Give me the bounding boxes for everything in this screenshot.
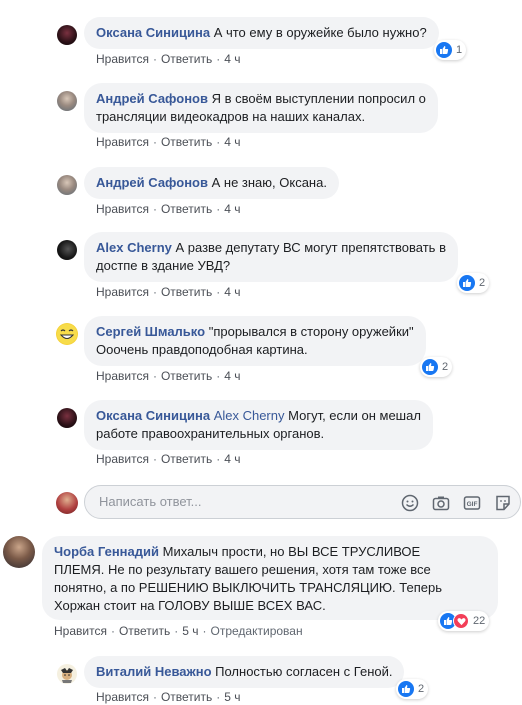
comment-author[interactable]: Чорба Геннадий: [54, 544, 159, 559]
camera-icon[interactable]: [432, 494, 450, 512]
love-icon: [453, 613, 469, 629]
comment-text: А что ему в оружейке было нужно?: [213, 25, 427, 40]
comment-text: Ооочень правдоподобная картина.: [96, 342, 308, 357]
avatar[interactable]: [56, 323, 78, 345]
comment-bubble: Андрей Сафонов А не знаю, Оксана.: [84, 167, 339, 199]
comment-text: достпе в здание УВД?: [96, 258, 231, 273]
avatar[interactable]: [57, 664, 77, 684]
comment-bubble: Alex Cherny А разве депутату ВС могут пр…: [84, 232, 458, 282]
comment-author[interactable]: Андрей Сафонов: [96, 175, 208, 190]
comment-author[interactable]: Андрей Сафонов: [96, 91, 208, 106]
reply-link[interactable]: Ответить: [161, 135, 212, 149]
comment-actions: Нравится · Ответить · 4 ч: [96, 135, 241, 149]
timestamp[interactable]: 4 ч: [224, 285, 240, 299]
reply-link[interactable]: Ответить: [119, 624, 170, 638]
comment-actions: Нравится · Ответить · 5 ч: [96, 690, 241, 704]
mention-link[interactable]: Alex Cherny: [214, 408, 285, 423]
comment-bubble: Виталий Неважно Полностью согласен с Ген…: [84, 656, 405, 688]
avatar[interactable]: [3, 536, 35, 568]
comment-actions: Нравится · Ответить · 4 ч: [96, 285, 241, 299]
comment-text: трансляции видеокадров на наших каналах.: [96, 109, 366, 124]
comment-text: Могут, если он мешал: [288, 408, 421, 423]
comment-actions: Нравится · Ответить · 4 ч: [96, 369, 241, 383]
timestamp[interactable]: 4 ч: [224, 52, 240, 66]
gif-icon[interactable]: GIF: [463, 494, 481, 512]
like-icon: [459, 275, 475, 291]
like-link[interactable]: Нравится: [96, 285, 149, 299]
reaction-number: 1: [456, 44, 463, 56]
reaction-number: 22: [473, 615, 486, 627]
comment-text: Полностью согласен с Геной.: [215, 664, 393, 679]
comment-bubble: Оксана Синицина А что ему в оружейке был…: [84, 17, 439, 49]
avatar[interactable]: [57, 91, 77, 111]
reaction-count[interactable]: 22: [438, 611, 490, 631]
sticker-icon[interactable]: [494, 494, 512, 512]
timestamp[interactable]: 4 ч: [224, 135, 240, 149]
reply-link[interactable]: Ответить: [161, 52, 212, 66]
reply-input-container[interactable]: GIF: [84, 485, 521, 519]
comment-author[interactable]: Виталий Неважно: [96, 664, 212, 679]
timestamp[interactable]: 4 ч: [224, 369, 240, 383]
edited-label[interactable]: Отредактирован: [211, 624, 303, 638]
comment-author[interactable]: Сергей Шмалько: [96, 324, 205, 339]
comment-bubble: Андрей Сафонов Я в своём выступлении поп…: [84, 83, 438, 133]
reply-link[interactable]: Ответить: [161, 285, 212, 299]
comment-actions: Нравится · Ответить · 5 ч · Отредактирован: [54, 624, 303, 638]
comment-text: А не знаю, Оксана.: [211, 175, 327, 190]
avatar[interactable]: [57, 175, 77, 195]
like-link[interactable]: Нравится: [96, 52, 149, 66]
comment-author[interactable]: Alex Cherny: [96, 240, 172, 255]
svg-text:GIF: GIF: [467, 501, 478, 508]
timestamp[interactable]: 5 ч: [182, 624, 198, 638]
avatar[interactable]: [57, 240, 77, 260]
comment-text: понятно, а по РЕШЕНИЮ ВЫКЛЮЧИТЬ ТРАНСЛЯЦ…: [54, 580, 442, 595]
reaction-count[interactable]: 1: [434, 40, 467, 60]
like-link[interactable]: Нравится: [96, 135, 149, 149]
reply-link[interactable]: Ответить: [161, 690, 212, 704]
like-icon: [436, 42, 452, 58]
reply-link[interactable]: Ответить: [161, 202, 212, 216]
current-user-avatar: [56, 492, 78, 514]
like-link[interactable]: Нравится: [54, 624, 107, 638]
like-link[interactable]: Нравится: [96, 690, 149, 704]
reaction-count[interactable]: 2: [396, 679, 429, 699]
comment-author[interactable]: Оксана Синицина: [96, 25, 210, 40]
character-icon: [61, 668, 73, 683]
like-link[interactable]: Нравится: [96, 369, 149, 383]
reaction-number: 2: [442, 361, 449, 373]
like-link[interactable]: Нравится: [96, 452, 149, 466]
timestamp[interactable]: 5 ч: [224, 690, 240, 704]
comment-text: ПЛЕМЯ. Не по результату вашего решения, …: [54, 562, 431, 577]
reaction-number: 2: [418, 683, 425, 695]
reply-link[interactable]: Ответить: [161, 369, 212, 383]
comment-actions: Нравится · Ответить · 4 ч: [96, 452, 241, 466]
comment-text: А разве депутату ВС могут препятствовать…: [175, 240, 446, 255]
trollface-icon: [57, 324, 77, 344]
comment-author[interactable]: Оксана Синицина: [96, 408, 210, 423]
comment-text: Хоржан стоит на ГОЛОВУ ВЫШЕ ВСЕХ ВАС.: [54, 598, 326, 613]
reaction-number: 2: [479, 277, 486, 289]
reaction-count[interactable]: 2: [457, 273, 490, 293]
comment-bubble: Оксана Синицина Alex Cherny Могут, если …: [84, 400, 433, 450]
comment-actions: Нравится · Ответить · 4 ч: [96, 202, 241, 216]
reply-link[interactable]: Ответить: [161, 452, 212, 466]
comment-text: работе правоохранительных органов.: [96, 426, 325, 441]
like-icon: [398, 681, 414, 697]
comment-text: Михалыч прости, но ВЫ ВСЕ ТРУСЛИВОЕ: [162, 544, 421, 559]
reaction-count[interactable]: 2: [420, 357, 453, 377]
comment-bubble: Чорба Геннадий Михалыч прости, но ВЫ ВСЕ…: [42, 536, 498, 620]
like-link[interactable]: Нравится: [96, 202, 149, 216]
comment-text: Я в своём выступлении попросил о: [211, 91, 426, 106]
timestamp[interactable]: 4 ч: [224, 452, 240, 466]
reply-input[interactable]: [97, 493, 381, 510]
comment-bubble: Сергей Шмалько "прорывался в сторону ору…: [84, 316, 426, 366]
timestamp[interactable]: 4 ч: [224, 202, 240, 216]
like-icon: [422, 359, 438, 375]
avatar[interactable]: [57, 25, 77, 45]
comment-text: "прорывался в сторону оружейки": [208, 324, 414, 339]
emoji-icon[interactable]: [401, 494, 419, 512]
avatar[interactable]: [57, 408, 77, 428]
comment-actions: Нравится · Ответить · 4 ч: [96, 52, 241, 66]
